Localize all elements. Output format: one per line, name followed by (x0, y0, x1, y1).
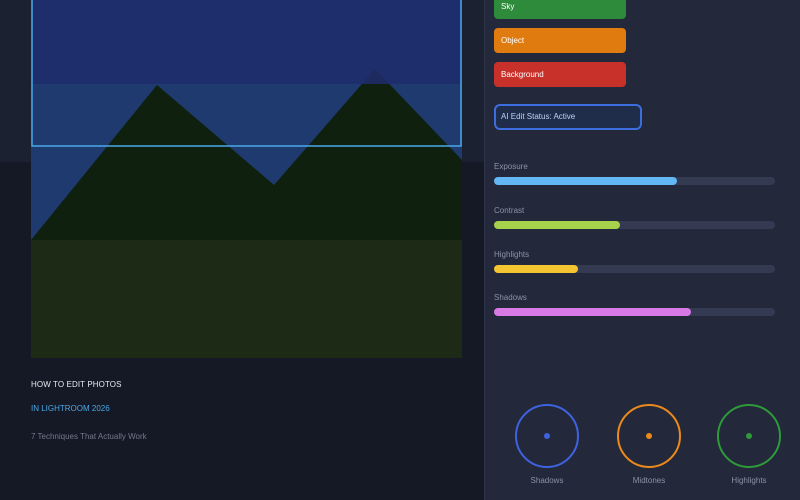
color-wheel-handle[interactable] (544, 433, 550, 439)
color-wheel-label: Shadows (530, 476, 564, 485)
slider-contrast: Contrast (494, 206, 775, 229)
color-wheel-handle[interactable] (646, 433, 652, 439)
photo-preview (31, 0, 462, 358)
slider-fill (494, 221, 621, 229)
slider-track[interactable] (494, 265, 775, 273)
slider-shadows: Shadows (494, 293, 775, 316)
slider-track[interactable] (494, 177, 775, 185)
slider-fill (494, 177, 677, 185)
color-wheel-ring[interactable] (515, 404, 579, 468)
editor-stage: HOW TO EDIT PHOTOS IN LIGHTROOM 2026 7 T… (0, 0, 800, 500)
slider-highlights: Highlights (494, 250, 775, 273)
article-tagline: 7 Techniques That Actually Work (31, 432, 147, 441)
color-wheel-handle[interactable] (746, 433, 752, 439)
slider-label: Highlights (494, 250, 530, 259)
ai-status-badge: AI Edit Status: Active (494, 104, 642, 130)
color-wheel-ring[interactable] (717, 404, 781, 468)
mask-button-background[interactable]: Background (494, 62, 626, 87)
color-wheel-shadows: Shadows (515, 404, 579, 485)
adjustments-panel: Sky Object Background AI Edit Status: Ac… (484, 0, 800, 500)
slider-label: Exposure (494, 162, 528, 171)
slider-track[interactable] (494, 221, 775, 229)
sky-mask-overlay (31, 0, 462, 84)
slider-label: Contrast (494, 206, 525, 215)
ground-layer (31, 240, 462, 358)
slider-fill (494, 308, 691, 316)
color-wheel-highlights: Highlights (717, 404, 781, 485)
color-wheel-label: Midtones (632, 476, 666, 485)
article-title: HOW TO EDIT PHOTOS (31, 380, 122, 389)
mask-button-sky[interactable]: Sky (494, 0, 626, 19)
slider-track[interactable] (494, 308, 775, 316)
photo-canvas[interactable] (31, 0, 462, 358)
mask-button-object[interactable]: Object (494, 28, 626, 53)
color-wheel-ring[interactable] (617, 404, 681, 468)
article-subtitle: IN LIGHTROOM 2026 (31, 404, 110, 413)
slider-exposure: Exposure (494, 162, 775, 185)
color-wheel-label: Highlights (731, 476, 767, 485)
slider-label: Shadows (494, 293, 527, 302)
color-wheel-midtones: Midtones (617, 404, 681, 485)
slider-fill (494, 265, 579, 273)
